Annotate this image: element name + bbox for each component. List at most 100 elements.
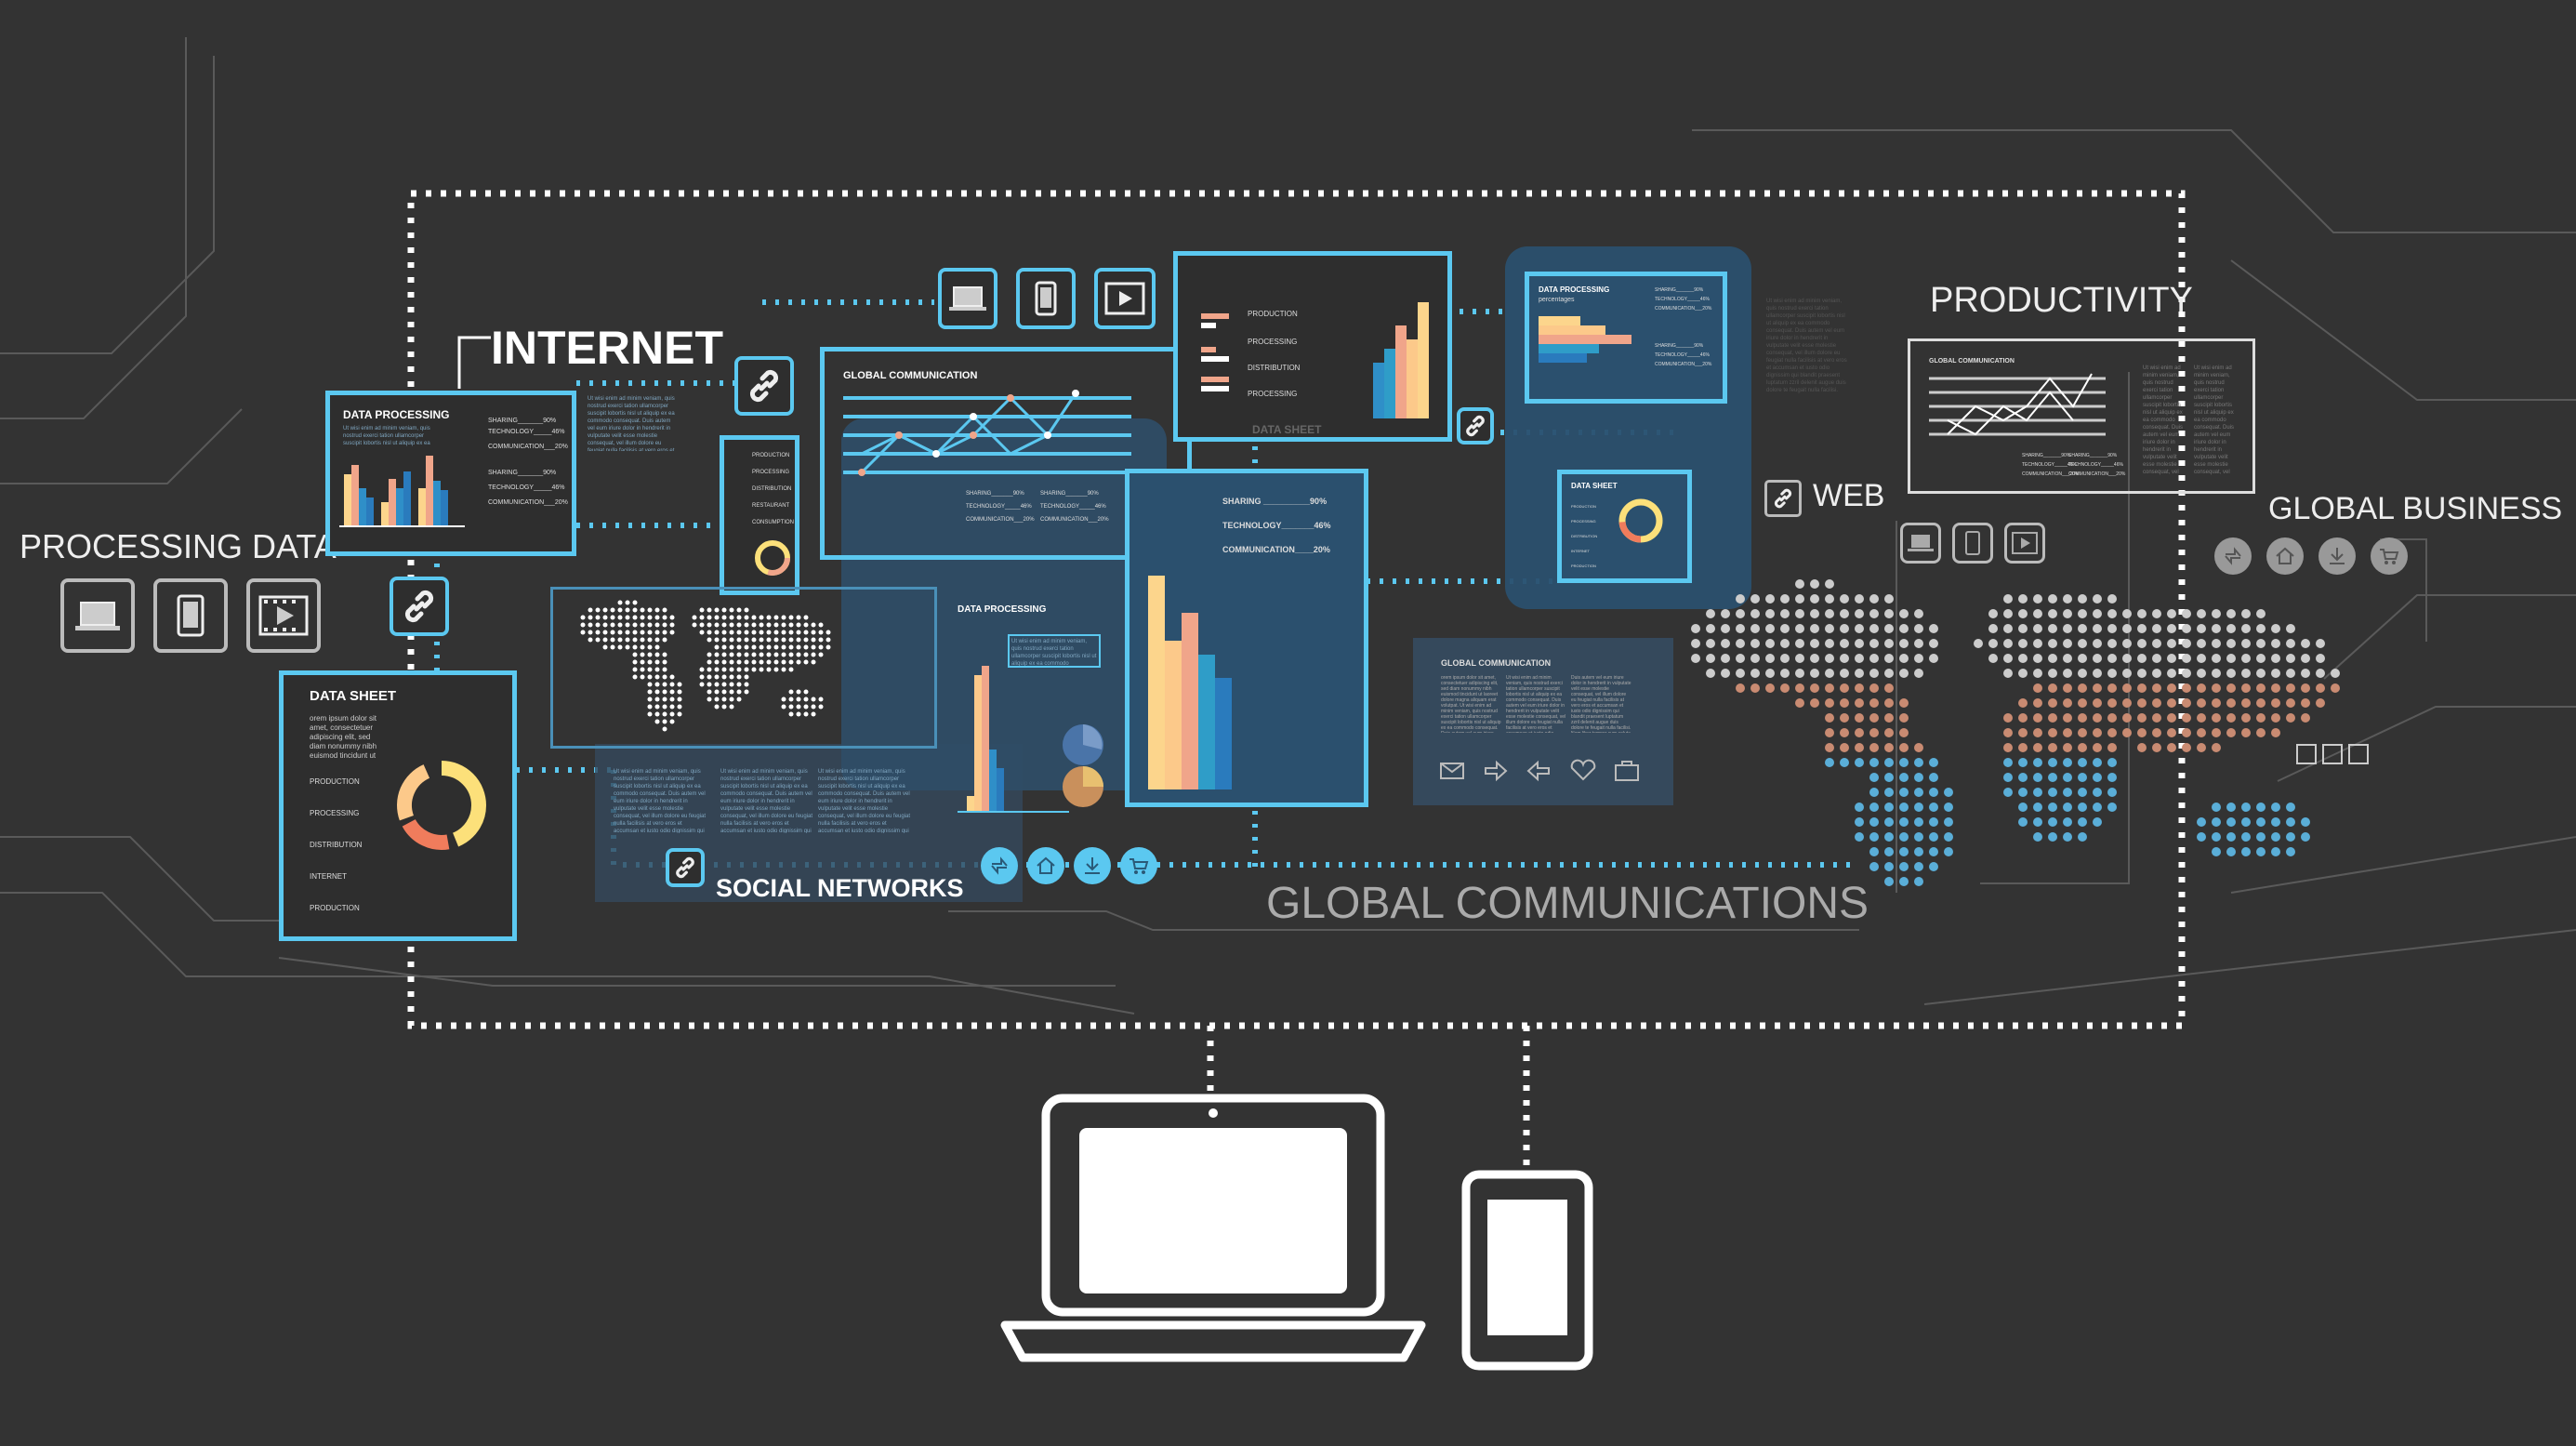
map-dot [788,667,794,672]
map-dot [2241,698,2251,708]
map-dot [1914,743,1923,752]
map-dot [736,622,742,628]
map-dot [1795,639,1804,648]
stat: COMMUNICATION___20% [1655,362,1712,367]
map-dot [2241,654,2251,663]
map-dot [662,682,667,687]
map-dot [2137,713,2147,723]
map-dot [2241,832,2251,842]
legend-item: DISTRIBUTION [1571,534,1598,538]
map-dot [773,622,779,628]
map-dot [2256,669,2266,678]
map-dot [1914,832,1923,842]
map-dot [826,637,831,643]
map-dot [1988,639,1998,648]
download-icon[interactable] [1074,847,1111,884]
map-dot [2286,669,2295,678]
map-dot [818,652,824,657]
lorem-text: Ut wisi enim ad minim veniam, quis nostr… [588,396,675,451]
cart-icon[interactable] [2371,537,2408,575]
map-dot [721,704,727,710]
map-dot [2197,817,2206,827]
legend-item: CONSUMPTION [752,520,794,525]
map-dot [1840,728,1849,737]
film-icon[interactable] [246,578,321,653]
film-icon[interactable] [2004,523,2045,564]
map-dot [640,637,645,643]
tablet-icon[interactable] [2322,744,2343,764]
map-dot [714,607,720,613]
laptop-icon[interactable] [2296,744,2317,764]
map-dot [773,644,779,650]
map-dot [640,659,645,665]
map-dot [1899,773,1909,782]
map-dot [1944,803,1953,812]
exchange-icon[interactable] [981,847,1018,884]
map-dot [714,689,720,695]
laptop-icon[interactable] [1900,523,1941,564]
tablet-icon[interactable] [1016,268,1076,329]
map-dot [1914,803,1923,812]
map-dot [1855,639,1864,648]
map-dot [714,659,720,665]
map-dot [1929,803,1938,812]
map-dot [2107,654,2117,663]
laptop-icon[interactable] [938,268,997,329]
home-icon[interactable] [2266,537,2304,575]
link-icon[interactable] [734,356,794,416]
map-dot [2078,624,2087,633]
map-dot [2301,639,2310,648]
map-dot [2078,654,2087,663]
map-dot [826,644,831,650]
map-dot [625,600,630,605]
map-dot [2212,683,2221,693]
tablet-icon[interactable] [1952,523,1993,564]
film-icon[interactable] [2348,744,2369,764]
tablet-icon[interactable] [153,578,228,653]
map-dot [699,674,705,680]
map-dot [714,644,720,650]
map-dot [744,615,749,620]
line-chart [843,390,1131,476]
map-dot [1810,683,1819,693]
map-dot [2271,639,2280,648]
map-dot [2226,639,2236,648]
map-dot [2212,743,2221,752]
map-dot [744,689,749,695]
laptop-icon[interactable] [60,578,135,653]
map-dot [729,689,734,695]
map-dot [647,607,653,613]
map-dot [1825,698,1834,708]
cart-icon[interactable] [1120,847,1157,884]
exchange-icon[interactable] [2214,537,2252,575]
link-icon[interactable] [390,577,449,636]
link-icon[interactable] [1764,480,1802,517]
map-dot [796,630,801,635]
map-dot [625,615,630,620]
map-dot [2226,698,2236,708]
map-dot [662,674,667,680]
home-icon[interactable] [1027,847,1064,884]
map-dot [1884,862,1894,871]
map-dot [1884,639,1894,648]
map-dot [796,615,801,620]
download-icon[interactable] [2318,537,2356,575]
map-dot [751,667,757,672]
map-dot [1929,788,1938,797]
map-dot [2241,639,2251,648]
link-icon[interactable] [666,848,705,887]
map-dot [2063,639,2072,648]
film-icon[interactable] [1094,268,1156,329]
map-dot [2271,803,2280,812]
map-dot [1810,624,1819,633]
map-dot [1869,624,1879,633]
stat: COMMUNICATION___20% [966,517,1035,523]
map-dot [1988,654,1998,663]
link-icon[interactable] [1457,407,1494,444]
map-dot [781,644,786,650]
map-dot [1914,639,1923,648]
map-dot [707,652,712,657]
map-dot [818,630,824,635]
map-dot [2197,654,2206,663]
map-dot [2197,728,2206,737]
